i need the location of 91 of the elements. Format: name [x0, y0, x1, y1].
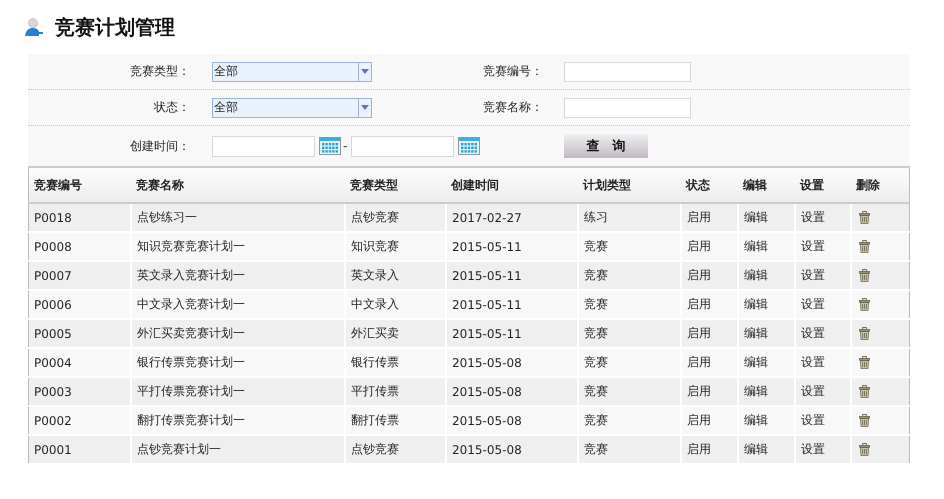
table-cell: 启用 [687, 355, 711, 369]
calendar-icon[interactable] [319, 137, 341, 155]
table-cell: 英文录入 [351, 268, 399, 282]
trash-icon[interactable] [859, 269, 870, 282]
table-cell: 知识竞赛 [351, 239, 399, 253]
table-cell: 竞赛 [584, 413, 608, 427]
table-cell: 平打传票 [351, 384, 399, 398]
table-cell: 中文录入 [351, 297, 399, 311]
column-header: 计划类型 [578, 168, 681, 203]
table-cell: 外汇买卖竞赛计划一 [137, 326, 245, 340]
table-cell: 点钞竞赛计划一 [137, 442, 221, 456]
table-cell: 2015-05-11 [452, 268, 522, 282]
table-cell: 2015-05-08 [452, 442, 522, 456]
table-cell: 点钞练习一 [137, 210, 197, 224]
caret-icon [361, 105, 369, 110]
table-cell: 2015-05-08 [452, 414, 522, 428]
table-cell: P0005 [34, 326, 72, 340]
table-cell: 竞赛 [584, 268, 608, 282]
caret-icon [361, 69, 369, 74]
table-cell: 启用 [687, 326, 711, 340]
dropdown[interactable]: 全部 [212, 98, 372, 118]
table-cell: 2015-05-08 [452, 356, 522, 370]
table-cell: 银行传票竞赛计划一 [137, 355, 245, 369]
page-title: 竞赛计划管理 [55, 14, 175, 40]
table-cell: P0008 [34, 240, 72, 254]
table-cell: 竞赛 [584, 239, 608, 253]
field-label: 创建时间： [129, 138, 190, 154]
table-cell: 2015-05-11 [452, 240, 522, 254]
table-cell: 翻打传票 [351, 413, 399, 427]
table-cell: P0001 [34, 442, 72, 456]
table-cell: 启用 [687, 210, 711, 224]
table-cell: 竞赛 [584, 442, 608, 456]
table-cell: P0007 [34, 268, 72, 282]
trash-icon[interactable] [859, 298, 870, 311]
table-cell: P0018 [34, 210, 72, 224]
table-cell: 英文录入竞赛计划一 [137, 268, 245, 282]
date-field[interactable] [351, 136, 454, 156]
user-icon [24, 17, 44, 37]
column-header: 删除 [851, 168, 910, 203]
trash-icon[interactable] [859, 356, 870, 369]
trash-icon[interactable] [859, 327, 870, 340]
field-label: 竞赛类型： [129, 63, 190, 80]
column-header: 竞赛编号 [28, 168, 131, 203]
table-cell: 2015-05-11 [452, 326, 522, 340]
table-cell: 启用 [687, 384, 711, 398]
table-cell: P0004 [34, 356, 72, 370]
table-cell: 练习 [584, 210, 608, 224]
column-header: 状态 [681, 168, 738, 203]
table-cell: 竞赛 [584, 355, 608, 369]
table-cell: 平打传票竞赛计划一 [137, 384, 245, 398]
table-cell: 启用 [687, 297, 711, 311]
table-cell: 点钞竞赛 [351, 210, 399, 224]
range-separator: - [343, 139, 348, 153]
input-field[interactable] [564, 98, 691, 118]
table-cell: 外汇买卖 [351, 326, 399, 340]
trash-icon[interactable] [859, 240, 870, 253]
column-header: 竞赛名称 [131, 168, 345, 203]
calendar-icon[interactable] [458, 137, 480, 155]
table-cell: 启用 [687, 268, 711, 282]
field-label: 竞赛编号： [482, 63, 543, 80]
table-cell: 2017-02-27 [452, 210, 522, 224]
table-cell: 翻打传票竞赛计划一 [137, 413, 245, 427]
trash-icon[interactable] [859, 414, 870, 427]
table-cell: 启用 [687, 239, 711, 253]
field-label: 状态： [153, 99, 190, 116]
column-header: 设置 [795, 168, 851, 203]
column-header: 创建时间 [446, 168, 578, 203]
table-cell: 点钞竞赛 [351, 442, 399, 456]
search-button[interactable]: 查 询 [564, 134, 648, 158]
table-cell: 知识竞赛竞赛计划一 [137, 239, 245, 253]
date-field[interactable] [212, 136, 315, 156]
table-cell: 2015-05-11 [452, 298, 522, 312]
table-cell: 竞赛 [584, 297, 608, 311]
table-cell: P0003 [34, 384, 72, 398]
table-cell: 竞赛 [584, 384, 608, 398]
column-header: 编辑 [738, 168, 795, 203]
table-cell: P0002 [34, 414, 72, 428]
trash-icon[interactable] [859, 211, 870, 224]
trash-icon[interactable] [859, 385, 870, 398]
table-cell: 启用 [687, 413, 711, 427]
table-cell: 银行传票 [351, 355, 399, 369]
table-cell: 2015-05-08 [452, 384, 522, 398]
table-cell: 中文录入竞赛计划一 [137, 297, 245, 311]
field-label: 竞赛名称： [482, 99, 543, 116]
column-header: 竞赛类型 [345, 168, 446, 203]
table-cell: 启用 [687, 442, 711, 456]
trash-icon[interactable] [859, 443, 870, 456]
table-cell: 竞赛 [584, 326, 608, 340]
dropdown[interactable]: 全部 [212, 62, 372, 82]
input-field[interactable] [564, 62, 691, 82]
table-cell: P0006 [34, 298, 72, 312]
